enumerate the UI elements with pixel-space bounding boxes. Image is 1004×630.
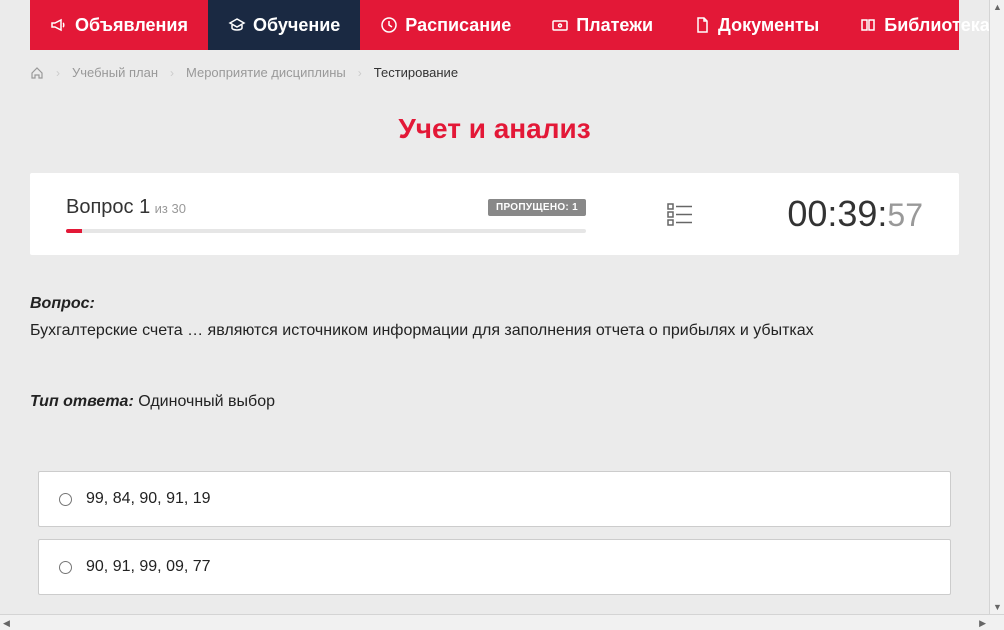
answer-radio[interactable]: [59, 561, 72, 574]
answers-list: 99, 84, 90, 91, 19 90, 91, 99, 09, 77: [30, 471, 959, 595]
nav-label: Платежи: [576, 15, 653, 36]
nav-label: Документы: [718, 15, 819, 36]
nav-schedule[interactable]: Расписание: [360, 0, 531, 50]
question-text: Бухгалтерские счета … являются источнико…: [30, 319, 959, 343]
megaphone-icon: [50, 16, 68, 34]
nav-label: Обучение: [253, 15, 340, 36]
answer-type-label: Тип ответа:: [30, 393, 134, 410]
main-nav: Объявления Обучение Расписание Платежи Д…: [30, 0, 959, 50]
answer-radio[interactable]: [59, 493, 72, 506]
graduation-icon: [228, 16, 246, 34]
question-number: Вопрос 1: [66, 196, 150, 218]
progress-fill: [66, 229, 82, 233]
home-icon[interactable]: [30, 66, 44, 80]
clock-icon: [380, 16, 398, 34]
question-label: Вопрос:: [30, 295, 959, 313]
progress-bar: [66, 229, 586, 233]
nav-learning[interactable]: Обучение: [208, 0, 360, 50]
answer-text: 90, 91, 99, 09, 77: [86, 558, 211, 576]
library-icon: [859, 16, 877, 34]
payment-icon: [551, 16, 569, 34]
breadcrumb: › Учебный план › Мероприятие дисциплины …: [0, 50, 989, 95]
answer-type-row: Тип ответа: Одиночный выбор: [30, 393, 959, 411]
horizontal-scrollbar[interactable]: [0, 614, 1004, 630]
nav-payments[interactable]: Платежи: [531, 0, 673, 50]
nav-label: Библиотека: [884, 15, 989, 36]
vertical-scrollbar[interactable]: [989, 0, 1004, 614]
answer-option[interactable]: 99, 84, 90, 91, 19: [38, 471, 951, 527]
nav-library[interactable]: Библиотека: [839, 0, 989, 50]
breadcrumb-link[interactable]: Мероприятие дисциплины: [186, 65, 346, 80]
chevron-right-icon: ›: [358, 66, 362, 80]
progress-block: Вопрос 1 из 30 ПРОПУЩЕНО: 1: [66, 196, 586, 233]
skipped-badge: ПРОПУЩЕНО: 1: [488, 199, 586, 216]
answer-text: 99, 84, 90, 91, 19: [86, 490, 211, 508]
nav-label: Объявления: [75, 15, 188, 36]
question-list-button[interactable]: [666, 200, 694, 228]
page-title: Учет и анализ: [0, 113, 989, 145]
question-section: Вопрос: Бухгалтерские счета … являются и…: [30, 295, 959, 411]
timer-seconds: 57: [887, 197, 923, 234]
question-total: из 30: [155, 201, 186, 216]
breadcrumb-current: Тестирование: [374, 65, 458, 80]
answer-option[interactable]: 90, 91, 99, 09, 77: [38, 539, 951, 595]
answer-type-value: Одиночный выбор: [138, 393, 275, 410]
document-icon: [693, 16, 711, 34]
status-panel: Вопрос 1 из 30 ПРОПУЩЕНО: 1 00:39:57: [30, 173, 959, 255]
nav-label: Расписание: [405, 15, 511, 36]
timer-main: 00:39:: [787, 193, 887, 235]
timer: 00:39:57: [787, 193, 923, 235]
nav-announcements[interactable]: Объявления: [30, 0, 208, 50]
breadcrumb-link[interactable]: Учебный план: [72, 65, 158, 80]
nav-documents[interactable]: Документы: [673, 0, 839, 50]
chevron-right-icon: ›: [56, 66, 60, 80]
chevron-right-icon: ›: [170, 66, 174, 80]
